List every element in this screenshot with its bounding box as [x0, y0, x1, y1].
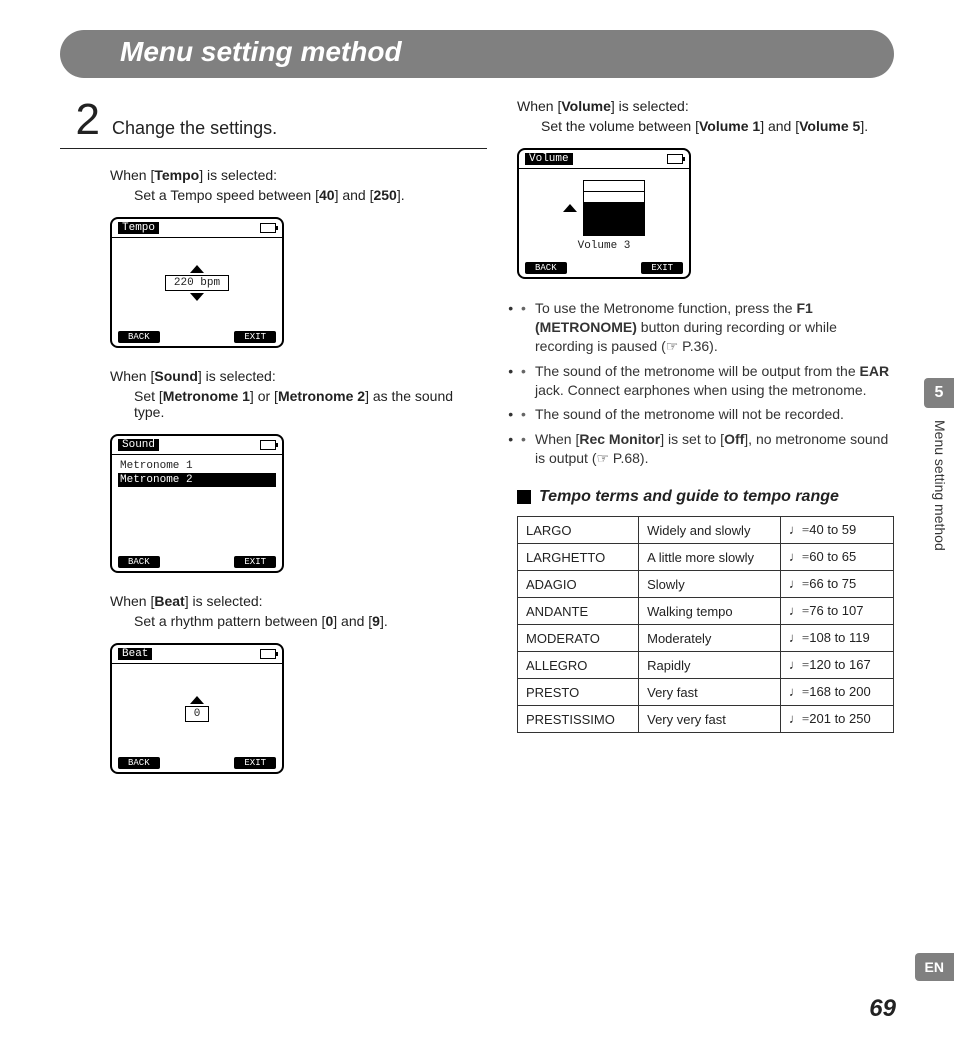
- list-item: Metronome 1: [118, 459, 276, 473]
- step-heading: 2 Change the settings.: [60, 98, 487, 149]
- table-row: MODERATOModerately♩=108 to 119: [518, 625, 894, 652]
- volume-section: When [Volume] is selected: Set the volum…: [517, 98, 894, 134]
- tempo-desc: A little more slowly: [639, 544, 781, 571]
- tempo-range: ♩=108 to 119: [780, 625, 893, 652]
- lcd-exit-button: EXIT: [234, 331, 276, 343]
- step-number: 2: [60, 98, 100, 142]
- volume-intro: When [Volume] is selected:: [517, 98, 894, 114]
- lcd-exit-button: EXIT: [234, 757, 276, 769]
- beat-section: When [Beat] is selected: Set a rhythm pa…: [110, 593, 487, 629]
- tempo-value: 220 bpm: [165, 275, 229, 291]
- tempo-desc: Very very fast: [639, 706, 781, 733]
- right-column: When [Volume] is selected: Set the volum…: [517, 98, 894, 794]
- page-body: 2 Change the settings. When [Tempo] is s…: [60, 98, 894, 794]
- volume-bars: [583, 181, 645, 236]
- volume-caption: Volume 3: [578, 240, 631, 252]
- square-icon: [517, 490, 531, 504]
- tempo-term: LARGHETTO: [518, 544, 639, 571]
- volume-body: Set the volume between [Volume 1] and [V…: [541, 118, 894, 134]
- tempo-range: ♩=120 to 167: [780, 652, 893, 679]
- battery-icon: [667, 154, 683, 164]
- list-item: To use the Metronome function, press the…: [517, 299, 894, 356]
- lcd-title: Volume: [525, 153, 573, 165]
- tempo-body: Set a Tempo speed between [40] and [250]…: [134, 187, 487, 203]
- battery-icon: [260, 223, 276, 233]
- sound-section: When [Sound] is selected: Set [Metronome…: [110, 368, 487, 420]
- list-item-selected: Metronome 2: [118, 473, 276, 487]
- left-column: 2 Change the settings. When [Tempo] is s…: [110, 98, 487, 794]
- tempo-range: ♩=76 to 107: [780, 598, 893, 625]
- tempo-table: LARGOWidely and slowly♩=40 to 59LARGHETT…: [517, 516, 894, 733]
- subheading-text: Tempo terms and guide to tempo range: [539, 488, 839, 506]
- tempo-term: PRESTO: [518, 679, 639, 706]
- tempo-term: ADAGIO: [518, 571, 639, 598]
- beat-intro: When [Beat] is selected:: [110, 593, 487, 609]
- tempo-section: When [Tempo] is selected: Set a Tempo sp…: [110, 167, 487, 203]
- table-row: ANDANTEWalking tempo♩=76 to 107: [518, 598, 894, 625]
- tempo-term: LARGO: [518, 517, 639, 544]
- table-row: PRESTOVery fast♩=168 to 200: [518, 679, 894, 706]
- arrow-up-icon: [190, 265, 204, 273]
- tempo-desc: Walking tempo: [639, 598, 781, 625]
- volume-lcd: Volume Volume 3 BACK EX: [517, 148, 691, 279]
- table-row: ADAGIOSlowly♩=66 to 75: [518, 571, 894, 598]
- chapter-label: Menu setting method: [932, 420, 948, 551]
- lcd-title: Tempo: [118, 222, 159, 234]
- chapter-tab: 5: [924, 378, 954, 408]
- tempo-range: ♩=60 to 65: [780, 544, 893, 571]
- list-item: When [Rec Monitor] is set to [Off], no m…: [517, 430, 894, 468]
- tempo-desc: Widely and slowly: [639, 517, 781, 544]
- battery-icon: [260, 649, 276, 659]
- table-row: PRESTISSIMOVery very fast♩=201 to 250: [518, 706, 894, 733]
- lcd-title: Sound: [118, 439, 159, 451]
- sound-intro: When [Sound] is selected:: [110, 368, 487, 384]
- tempo-desc: Rapidly: [639, 652, 781, 679]
- page-title: Menu setting method: [120, 36, 402, 67]
- tempo-term: ALLEGRO: [518, 652, 639, 679]
- lcd-back-button: BACK: [118, 757, 160, 769]
- beat-body: Set a rhythm pattern between [0] and [9]…: [134, 613, 487, 629]
- beat-lcd: Beat 0 BACK EXIT: [110, 643, 284, 774]
- list-item: The sound of the metronome will not be r…: [517, 405, 894, 424]
- tempo-range: ♩=40 to 59: [780, 517, 893, 544]
- table-row: ALLEGRORapidly♩=120 to 167: [518, 652, 894, 679]
- tempo-desc: Very fast: [639, 679, 781, 706]
- page-number: 69: [869, 995, 896, 1023]
- tempo-term: PRESTISSIMO: [518, 706, 639, 733]
- sound-body: Set [Metronome 1] or [Metronome 2] as th…: [134, 388, 487, 420]
- sound-lcd: Sound Metronome 1 Metronome 2 BACK EXIT: [110, 434, 284, 573]
- tempo-range: ♩=168 to 200: [780, 679, 893, 706]
- battery-icon: [260, 440, 276, 450]
- tempo-range: ♩=66 to 75: [780, 571, 893, 598]
- arrow-up-icon: [190, 696, 204, 704]
- lcd-exit-button: EXIT: [641, 262, 683, 274]
- volume-bar: [583, 224, 645, 236]
- tempo-term: MODERATO: [518, 625, 639, 652]
- lcd-back-button: BACK: [525, 262, 567, 274]
- table-row: LARGOWidely and slowly♩=40 to 59: [518, 517, 894, 544]
- list-item: The sound of the metronome will be outpu…: [517, 362, 894, 400]
- lcd-title: Beat: [118, 648, 152, 660]
- notes-list: To use the Metronome function, press the…: [517, 299, 894, 468]
- lcd-exit-button: EXIT: [234, 556, 276, 568]
- tempo-lcd: Tempo 220 bpm BACK EXIT: [110, 217, 284, 348]
- page-header: Menu setting method: [60, 30, 894, 78]
- tempo-desc: Moderately: [639, 625, 781, 652]
- tempo-desc: Slowly: [639, 571, 781, 598]
- step-title: Change the settings.: [112, 118, 277, 139]
- arrow-up-icon: [563, 204, 577, 212]
- language-tab: EN: [915, 953, 954, 981]
- tempo-term: ANDANTE: [518, 598, 639, 625]
- tempo-range: ♩=201 to 250: [780, 706, 893, 733]
- table-row: LARGHETTOA little more slowly♩=60 to 65: [518, 544, 894, 571]
- subheading: Tempo terms and guide to tempo range: [517, 488, 894, 506]
- lcd-back-button: BACK: [118, 556, 160, 568]
- lcd-back-button: BACK: [118, 331, 160, 343]
- arrow-down-icon: [190, 293, 204, 301]
- tempo-intro: When [Tempo] is selected:: [110, 167, 487, 183]
- beat-value: 0: [185, 706, 210, 722]
